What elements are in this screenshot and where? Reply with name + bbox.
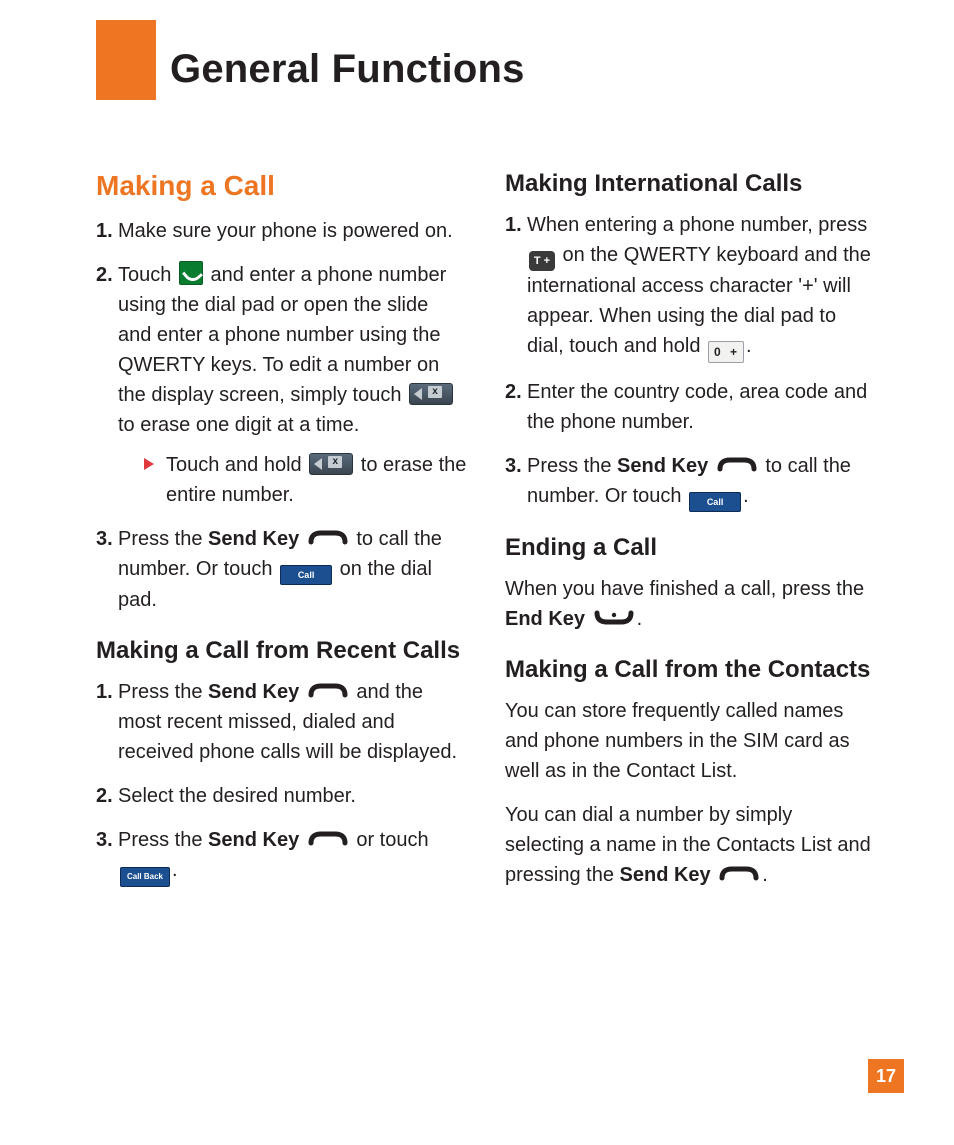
content-columns: Making a Call Make sure your phone is po… [96,170,876,904]
step-1: Press the Send Key and the most recent m… [96,677,467,767]
backspace-icon [409,383,453,405]
making-call-steps: Make sure your phone is powered on. Touc… [96,216,467,615]
step-text: Make sure your phone is powered on. [118,220,453,242]
header-accent-block [96,20,156,100]
step-text: . [746,335,752,357]
t-plus-key-icon: T + [529,251,555,271]
sub-bullet: Touch and hold to erase the entire numbe… [118,450,467,510]
step-3: Press the Send Key to call the number. O… [96,524,467,615]
heading-recent-calls: Making a Call from Recent Calls [96,637,467,665]
step-text: Press the [118,528,208,550]
step-text: Press the [527,455,617,477]
step-text: on the QWERTY keyboard and the internati… [527,244,871,357]
heading-ending-call: Ending a Call [505,534,876,562]
recent-calls-steps: Press the Send Key and the most recent m… [96,677,467,887]
step-1: Make sure your phone is powered on. [96,216,467,246]
step-text: Enter the country code, area code and th… [527,381,867,433]
heading-making-a-call: Making a Call [96,170,467,202]
zero-plus-key-icon: 0 + [708,341,744,363]
step-text: . [172,859,178,881]
call-button-icon: Call [280,565,332,585]
step-text: Press the [118,681,208,703]
send-key-label: Send Key [617,455,708,477]
send-key-label: Send Key [208,829,299,851]
step-1: When entering a phone number, press T + … [505,210,876,363]
backspace-icon [309,453,353,475]
step-text: Select the desired number. [118,785,356,807]
send-key-icon [307,831,349,847]
step-text: or touch [356,829,428,851]
sub-text: Touch and hold [166,454,307,476]
step-3: Press the Send Key or touch Call Back. [96,825,467,887]
end-key-icon [593,609,635,627]
left-column: Making a Call Make sure your phone is po… [96,170,467,904]
send-key-label: Send Key [620,864,711,886]
step-2: Touch and enter a phone number using the… [96,260,467,510]
page-title: General Functions [170,47,525,92]
step-text: Touch [118,264,177,286]
end-key-label: End Key [505,608,585,630]
right-column: Making International Calls When entering… [505,170,876,904]
phone-icon [179,261,203,285]
send-key-icon [307,683,349,699]
call-back-button-icon: Call Back [120,867,170,887]
page-number: 17 [868,1059,904,1093]
triangle-bullet-icon [144,458,154,470]
heading-international-calls: Making International Calls [505,170,876,198]
step-text: to erase one digit at a time. [118,414,359,436]
step-text: Press the [118,829,208,851]
step-2: Select the desired number. [96,781,467,811]
step-3: Press the Send Key to call the number. O… [505,451,876,512]
step-text: . [743,485,749,507]
send-key-label: Send Key [208,528,299,550]
send-key-icon [718,866,760,882]
contacts-para-1: You can store frequently called names an… [505,696,876,786]
step-text: When entering a phone number, press [527,214,867,236]
para-text: When you have finished a call, press the [505,578,864,600]
contacts-para-2: You can dial a number by simply selectin… [505,800,876,890]
para-text: . [762,864,768,886]
ending-call-para: When you have finished a call, press the… [505,574,876,634]
send-key-icon [307,530,349,546]
call-button-icon: Call [689,492,741,512]
para-text: . [637,608,643,630]
send-key-label: Send Key [208,681,299,703]
heading-from-contacts: Making a Call from the Contacts [505,656,876,684]
step-2: Enter the country code, area code and th… [505,377,876,437]
international-steps: When entering a phone number, press T + … [505,210,876,512]
send-key-icon [716,457,758,473]
